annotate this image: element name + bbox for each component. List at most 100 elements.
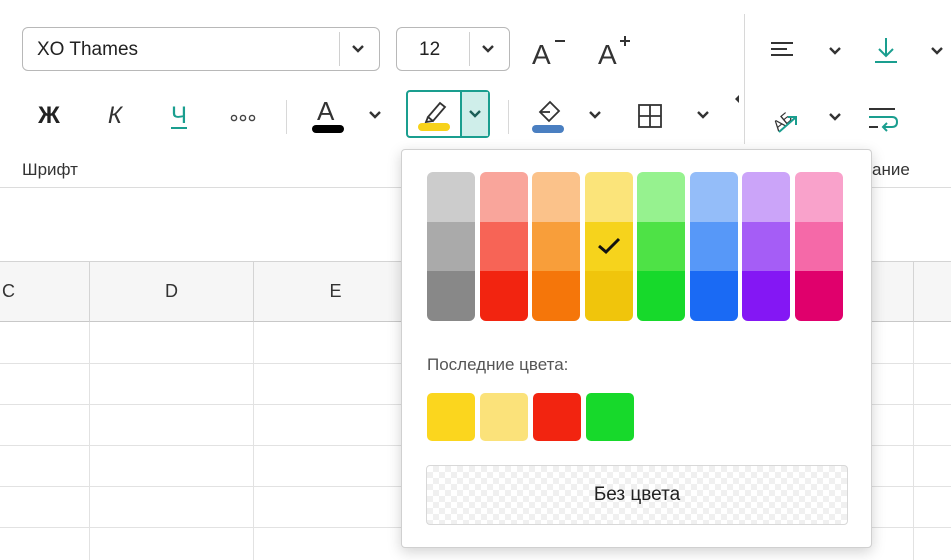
color-swatch-green-3[interactable] xyxy=(637,271,685,321)
recent-color-swatch[interactable] xyxy=(427,393,475,441)
color-swatch-orange-1[interactable] xyxy=(532,172,580,222)
color-swatch-blue-3[interactable] xyxy=(689,271,738,321)
section-divider xyxy=(744,14,745,144)
color-swatch-gray-3[interactable] xyxy=(427,271,475,321)
color-swatch-green-2[interactable] xyxy=(637,221,685,272)
highlight-color-dropdown[interactable] xyxy=(460,92,488,136)
highlight-color-button[interactable] xyxy=(408,92,460,136)
color-swatch-red-1[interactable] xyxy=(479,172,528,222)
font-name-value: XO Thames xyxy=(37,39,139,60)
no-color-button[interactable]: Без цвета xyxy=(426,465,848,525)
highlighter-icon xyxy=(418,101,450,131)
recent-color-swatch[interactable] xyxy=(533,393,581,441)
recent-color-swatch[interactable] xyxy=(586,393,634,441)
svg-text:A: A xyxy=(532,39,551,70)
horizontal-align-dropdown[interactable] xyxy=(822,38,848,64)
text-orientation-dropdown[interactable] xyxy=(822,104,848,130)
fill-color-dropdown[interactable] xyxy=(582,102,608,128)
underline-label: Ч xyxy=(171,102,187,129)
swatch-column-red xyxy=(479,172,528,321)
chevron-down-icon xyxy=(351,45,364,53)
bold-button[interactable]: Ж xyxy=(30,96,68,136)
font-size-dropdown-button[interactable] xyxy=(469,32,505,66)
text-color-button[interactable]: A xyxy=(306,92,350,138)
fill-bucket-icon xyxy=(532,100,564,133)
grid-col-line xyxy=(89,322,90,560)
highlight-color-popup: Последние цвета: Без цвета xyxy=(401,149,872,548)
swatch-column-orange xyxy=(532,172,580,321)
chevron-down-icon xyxy=(829,47,841,55)
toolbar-divider xyxy=(286,100,287,134)
text-color-icon: A xyxy=(312,96,344,133)
increase-font-icon: A xyxy=(598,36,630,70)
overflow-arrow-icon xyxy=(732,92,742,106)
color-swatch-gray-1[interactable] xyxy=(427,172,475,222)
alignment-section-label: ание xyxy=(872,160,910,179)
column-header-next[interactable] xyxy=(914,262,951,322)
align-left-icon xyxy=(771,42,793,56)
color-swatch-yellow-3[interactable] xyxy=(584,271,633,321)
column-header-e[interactable]: E xyxy=(254,262,418,322)
text-orientation-icon: АБ xyxy=(770,109,797,135)
color-swatch-pink-3[interactable] xyxy=(794,271,843,321)
borders-button[interactable] xyxy=(630,96,670,136)
color-swatch-gray-2[interactable] xyxy=(427,221,475,272)
color-swatch-orange-2[interactable] xyxy=(532,221,580,272)
color-swatch-red-3[interactable] xyxy=(479,271,528,321)
chevron-down-icon xyxy=(697,111,709,119)
font-size-value: 12 xyxy=(419,39,441,60)
decrease-font-icon: A xyxy=(532,39,565,70)
font-section-label: Шрифт xyxy=(22,160,78,179)
wrap-text-icon xyxy=(869,108,899,132)
color-swatch-pink-1[interactable] xyxy=(794,172,843,222)
recent-color-swatch[interactable] xyxy=(480,393,528,441)
more-icon xyxy=(230,114,256,122)
color-swatch-green-1[interactable] xyxy=(637,172,685,222)
chevron-down-icon xyxy=(481,45,494,53)
column-header-d[interactable]: D xyxy=(90,262,254,322)
decrease-font-size-button[interactable]: A xyxy=(528,30,572,70)
toolbar-divider xyxy=(508,100,509,134)
text-orientation-button[interactable]: АБ xyxy=(762,96,810,140)
wrap-text-button[interactable] xyxy=(862,98,904,138)
vertical-align-dropdown[interactable] xyxy=(926,38,948,64)
borders-dropdown[interactable] xyxy=(690,102,716,128)
color-swatch-blue-1[interactable] xyxy=(689,172,738,222)
font-name-dropdown-button[interactable] xyxy=(339,32,375,66)
chevron-down-icon xyxy=(469,110,481,118)
grid-col-line xyxy=(913,322,914,560)
font-size-combobox[interactable]: 12 xyxy=(396,27,510,71)
text-color-dropdown[interactable] xyxy=(362,102,388,128)
highlight-color-control[interactable] xyxy=(406,90,490,138)
checkmark-icon xyxy=(597,238,620,255)
swatch-column-green xyxy=(637,172,685,321)
chevron-down-icon xyxy=(369,111,381,119)
chevron-down-icon xyxy=(931,47,943,55)
horizontal-align-button[interactable] xyxy=(762,32,802,68)
borders-icon xyxy=(638,104,662,128)
color-swatch-yellow-2[interactable] xyxy=(584,221,633,272)
recent-colors-title: Последние цвета: xyxy=(427,355,569,374)
font-name-combobox[interactable]: XO Thames xyxy=(22,27,380,71)
chevron-down-icon xyxy=(589,111,601,119)
italic-button[interactable]: К xyxy=(96,96,134,136)
increase-font-size-button[interactable]: A xyxy=(594,30,638,70)
color-swatch-purple-3[interactable] xyxy=(742,271,790,321)
underline-button[interactable]: Ч xyxy=(160,96,198,136)
more-formatting-button[interactable] xyxy=(224,100,262,136)
fill-color-button[interactable] xyxy=(526,92,570,138)
color-swatch-yellow-1[interactable] xyxy=(584,172,633,222)
color-swatch-pink-2[interactable] xyxy=(794,221,843,272)
svg-text:A: A xyxy=(317,96,335,126)
swatch-column-blue xyxy=(689,172,738,321)
swatch-column-yellow xyxy=(584,172,633,321)
svg-text:A: A xyxy=(598,39,617,70)
column-header-c[interactable]: C xyxy=(0,262,90,322)
color-swatch-red-2[interactable] xyxy=(479,221,528,272)
color-swatch-orange-3[interactable] xyxy=(532,271,580,321)
vertical-align-button[interactable] xyxy=(866,30,906,70)
color-swatch-blue-2[interactable] xyxy=(689,221,738,272)
swatch-column-pink xyxy=(794,172,843,321)
color-swatch-purple-1[interactable] xyxy=(742,172,790,222)
color-swatch-purple-2[interactable] xyxy=(742,221,790,272)
